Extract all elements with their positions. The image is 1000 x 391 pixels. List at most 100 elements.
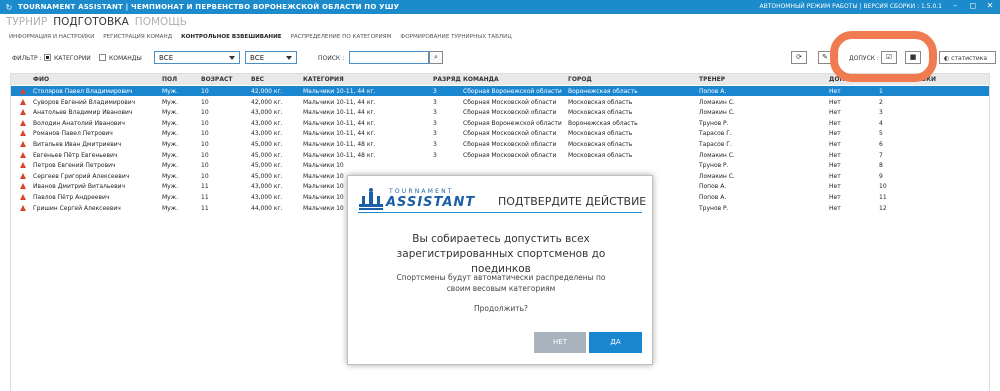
search-icon[interactable]: ⌕ bbox=[429, 51, 443, 64]
cell-gender: Муж. bbox=[162, 88, 179, 95]
yes-button[interactable]: ДА bbox=[589, 332, 642, 353]
col-header-category[interactable]: КАТЕГОРИЯ bbox=[303, 76, 344, 83]
table-row[interactable]: Володин Анатолий Иванович Муж. 10 43,000 кг… bbox=[11, 118, 989, 128]
app-logo-icon: ↻ bbox=[5, 2, 13, 12]
chevron-down-icon bbox=[229, 56, 235, 60]
col-header-team[interactable]: КОМАНДА bbox=[463, 76, 499, 83]
dialog-submessage: Спортсмены будут автоматически распредел… bbox=[396, 273, 606, 293]
cell-coach: Ломакин С. bbox=[699, 109, 735, 117]
cell-coach: Тарасов Г. bbox=[699, 130, 732, 138]
cell-gender: Муж. bbox=[162, 183, 179, 191]
cell-weight: 45,000 кг. bbox=[251, 162, 283, 170]
cell-gender: Муж. bbox=[162, 162, 179, 170]
refresh-icon[interactable]: ⟳ bbox=[791, 51, 807, 64]
col-header-coach[interactable]: ТРЕНЕР bbox=[699, 76, 725, 83]
warning-icon bbox=[20, 88, 26, 94]
cell-name: Гришин Сергей Алексеевич bbox=[33, 204, 121, 212]
statistics-button[interactable]: ◐ статистика bbox=[939, 51, 996, 64]
col-header-age[interactable]: ВОЗРАСТ bbox=[201, 76, 232, 83]
cell-gender: Муж. bbox=[162, 119, 179, 127]
table-row[interactable]: Петров Евгений Петрович Муж. 10 45,000 кг. М… bbox=[11, 160, 989, 170]
search-label: ПОИСК : bbox=[318, 55, 345, 62]
cell-admission: Нет bbox=[829, 130, 841, 138]
cell-draw-number: 5 bbox=[879, 130, 883, 138]
cell-rank: 3 bbox=[433, 130, 437, 138]
cell-age: 11 bbox=[201, 204, 209, 212]
categories-radio[interactable] bbox=[44, 54, 51, 61]
cell-admission: Нет bbox=[829, 162, 841, 170]
cell-coach: Трунов Р. bbox=[699, 204, 729, 212]
cell-draw-number: 1 bbox=[879, 88, 883, 95]
cell-category: Мальчики 10-11, 44 кг. bbox=[303, 98, 376, 106]
col-header-rank[interactable]: РАЗРЯД bbox=[433, 76, 461, 83]
cell-team: Сборная Московской области bbox=[463, 98, 557, 106]
cell-draw-number: 12 bbox=[879, 204, 887, 212]
col-header-name[interactable]: ФИО bbox=[33, 76, 49, 83]
menu-item-preparation[interactable]: ПОДГОТОВКА bbox=[53, 16, 129, 28]
cell-rank: 3 bbox=[433, 88, 437, 95]
filter-label: ФИЛЬТР : bbox=[12, 55, 42, 62]
category-select[interactable]: ВСЕ bbox=[154, 51, 240, 64]
tab-tournament-tables[interactable]: ФОРМИРОВАНИЕ ТУРНИРНЫХ ТАБЛИЦ bbox=[400, 34, 511, 40]
cell-team: Сборная Московской области bbox=[463, 130, 557, 138]
cell-category: Мальчики 10 bbox=[303, 183, 344, 191]
col-header-weight[interactable]: ВЕС bbox=[251, 76, 264, 83]
cell-age: 10 bbox=[201, 130, 209, 138]
cell-name: Сергеев Григорий Алексеевич bbox=[33, 172, 130, 180]
cell-coach: Ломакин С. bbox=[699, 151, 735, 159]
minimize-button[interactable]: – bbox=[948, 1, 962, 10]
logo-figure-icon bbox=[359, 188, 383, 210]
cell-city: Московская область bbox=[568, 109, 633, 117]
category-select-value: ВСЕ bbox=[159, 54, 174, 62]
cell-weight: 45,000 кг. bbox=[251, 151, 283, 159]
cell-draw-number: 3 bbox=[879, 109, 883, 117]
cell-admission: Нет bbox=[829, 109, 841, 117]
cell-draw-number: 8 bbox=[879, 162, 883, 170]
tab-team-registration[interactable]: РЕГИСТРАЦИЯ КОМАНД bbox=[103, 34, 172, 40]
table-row[interactable]: Столяров Павел Владимирович Муж. 10 42,000 … bbox=[11, 86, 989, 96]
team-select[interactable]: ВСЕ bbox=[245, 51, 297, 64]
cell-coach: Попов А. bbox=[699, 194, 727, 201]
cell-draw-number: 11 bbox=[879, 194, 887, 201]
close-button[interactable]: ✕ bbox=[983, 1, 997, 10]
tab-weigh-in[interactable]: КОНТРОЛЬНОЕ ВЗВЕШИВАНИЕ bbox=[181, 34, 282, 40]
tab-info-settings[interactable]: ИНФОРМАЦИЯ И НАСТРОЙКИ bbox=[9, 34, 94, 40]
dialog-message: Вы собираетесь допустить всех зарегистри… bbox=[396, 233, 606, 275]
dialog-question: Продолжить? bbox=[474, 304, 528, 313]
cell-age: 10 bbox=[201, 109, 209, 117]
cell-age: 10 bbox=[201, 119, 209, 127]
menu-item-tournament[interactable]: ТУРНИР bbox=[6, 16, 47, 28]
cell-weight: 42,000 кг. bbox=[251, 88, 283, 95]
table-row[interactable]: Витальев Иван Дмитриевич Муж. 10 45,000 кг.… bbox=[11, 139, 989, 149]
col-header-gender[interactable]: ПОЛ bbox=[162, 76, 177, 83]
dialog-title: ПОДТВЕРДИТЕ ДЕЙСТВИЕ bbox=[498, 195, 647, 208]
cell-gender: Муж. bbox=[162, 172, 179, 180]
cell-coach: Попов А. bbox=[699, 183, 727, 191]
cell-weight: 43,000 кг. bbox=[251, 194, 283, 201]
table-row[interactable]: Евгеньев Пётр Евгеньевич Муж. 10 45,000 кг.… bbox=[11, 150, 989, 160]
warning-icon bbox=[20, 98, 26, 105]
teams-radio[interactable] bbox=[99, 54, 106, 61]
cell-age: 10 bbox=[201, 172, 209, 180]
cell-city: Воронежская область bbox=[568, 88, 638, 95]
search-input[interactable] bbox=[349, 51, 429, 64]
tab-category-distribution[interactable]: РАСПРЕДЕЛЕНИЕ ПО КАТЕГОРИЯМ bbox=[291, 34, 392, 40]
warning-icon bbox=[20, 162, 26, 169]
table-row[interactable]: Суворов Евгений Владимирович Муж. 10 42,000… bbox=[11, 97, 989, 107]
cell-weight: 43,000 кг. bbox=[251, 119, 283, 127]
cell-team: Сборная Московской области bbox=[463, 109, 557, 117]
table-row[interactable]: Анатольев Владимир Иванович Муж. 10 43,000 … bbox=[11, 107, 989, 117]
cell-draw-number: 7 bbox=[879, 151, 883, 159]
cell-name: Евгеньев Пётр Евгеньевич bbox=[33, 151, 118, 159]
cell-category: Мальчики 10 bbox=[303, 194, 344, 201]
col-header-city[interactable]: ГОРОД bbox=[568, 76, 592, 83]
cell-admission: Нет bbox=[829, 194, 841, 201]
menu-item-help[interactable]: ПОМОЩЬ bbox=[135, 16, 187, 28]
cell-weight: 45,000 кг. bbox=[251, 141, 283, 148]
no-button[interactable]: НЕТ bbox=[534, 332, 586, 353]
cell-team: Сборная Московской области bbox=[463, 151, 557, 159]
cell-draw-number: 9 bbox=[879, 172, 883, 180]
cell-weight: 42,000 кг. bbox=[251, 98, 283, 106]
table-row[interactable]: Романов Павел Петрович Муж. 10 43,000 кг. Ма… bbox=[11, 128, 989, 138]
maximize-button[interactable]: ◻ bbox=[966, 1, 980, 10]
